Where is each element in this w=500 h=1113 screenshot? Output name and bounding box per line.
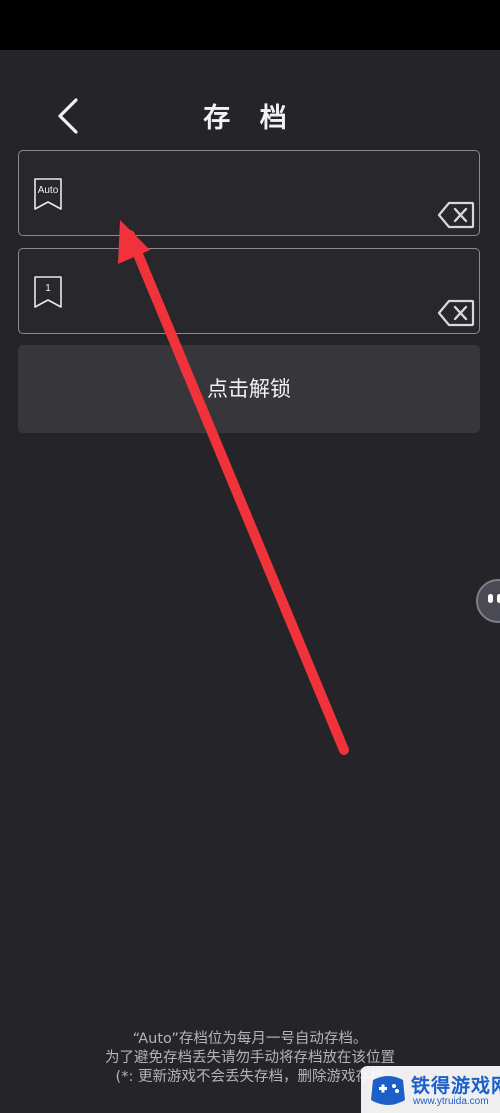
floating-assistant-button[interactable] [476, 579, 500, 623]
unlock-button[interactable]: 点击解锁 [18, 345, 480, 433]
bookmark-icon: 1 [33, 275, 63, 309]
footer-line: “Auto”存档位为每月一号自动存档。 [132, 1031, 368, 1047]
slot-label: 1 [45, 283, 51, 294]
status-bar [0, 0, 500, 50]
backspace-icon [437, 201, 475, 229]
bookmark-icon: Auto [33, 177, 63, 211]
delete-save-button[interactable] [437, 201, 475, 229]
backspace-icon [437, 299, 475, 327]
slot-label: Auto [37, 185, 59, 196]
site-watermark: 铁得游戏网 www.ytruida.com [361, 1066, 500, 1113]
watermark-name: 铁得游戏网 [411, 1075, 500, 1097]
delete-save-button[interactable] [437, 299, 475, 327]
page-title: 存 档 [203, 103, 297, 134]
gamepad-logo-icon [371, 1076, 405, 1105]
save-slot-1[interactable]: 1 [18, 248, 480, 334]
save-slot-auto[interactable]: Auto [18, 150, 480, 236]
header: 存 档 [0, 50, 500, 140]
watermark-url: www.ytruida.com [413, 1096, 489, 1107]
assistant-eye-icon [488, 594, 493, 603]
